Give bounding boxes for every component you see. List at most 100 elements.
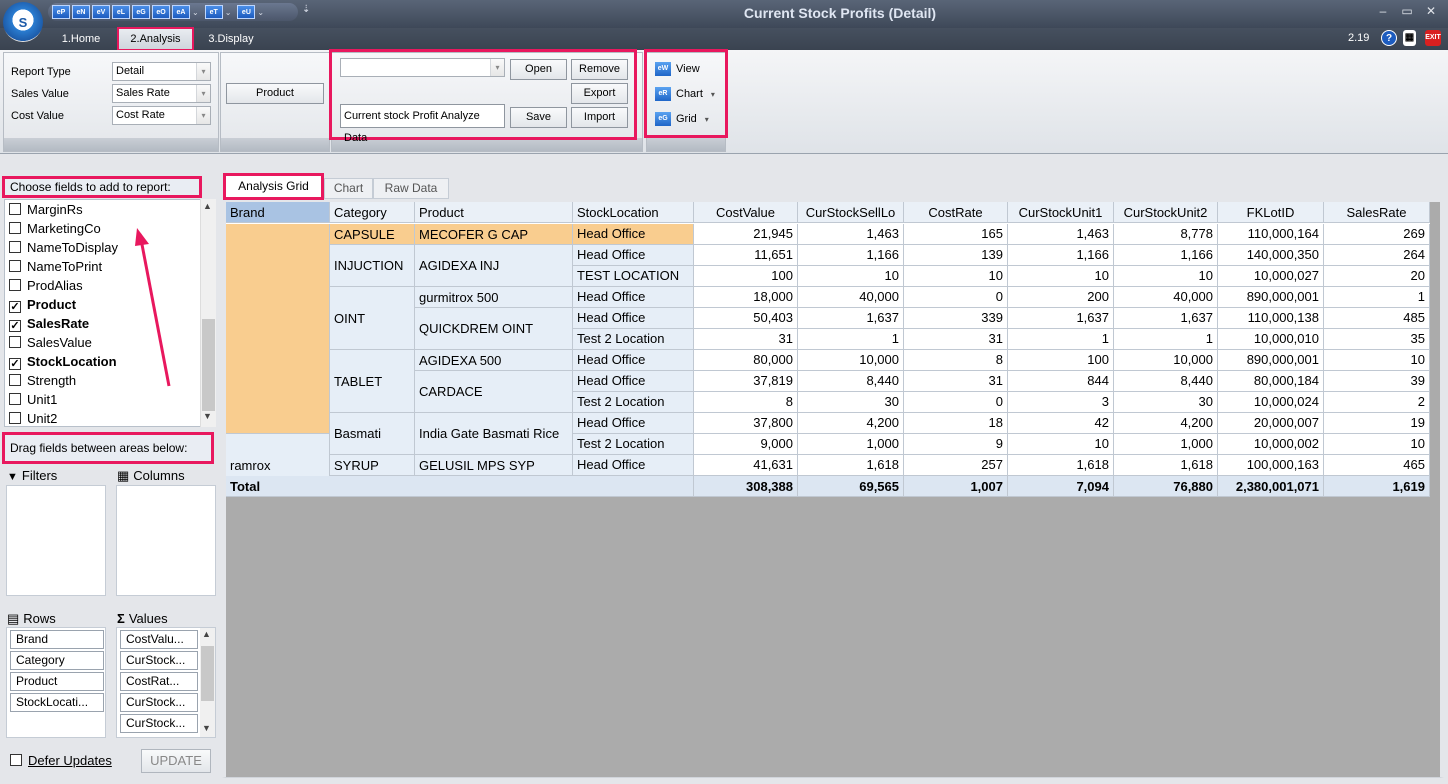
row-header-category[interactable]: Basmati	[330, 413, 415, 455]
checkbox-icon[interactable]	[9, 203, 21, 215]
data-cell[interactable]: 40,000	[798, 287, 904, 308]
data-cell[interactable]: 1	[1008, 329, 1114, 350]
data-cell[interactable]: 37,819	[694, 371, 798, 392]
rows-area[interactable]: Brand Category Product StockLocati...	[6, 627, 106, 738]
data-cell[interactable]: 10	[798, 266, 904, 287]
data-cell[interactable]: 11,651	[694, 245, 798, 266]
field-item-prodalias[interactable]: ProdAlias	[9, 276, 83, 295]
data-cell[interactable]: 1,166	[1114, 245, 1218, 266]
columns-area[interactable]	[116, 485, 216, 596]
tab-display[interactable]: 3.Display	[200, 31, 262, 50]
data-cell[interactable]: 8,440	[798, 371, 904, 392]
grid-button[interactable]: eG Grid ▾	[655, 112, 709, 126]
app-logo[interactable]: S	[3, 2, 43, 42]
close-icon[interactable]: ✕	[1420, 4, 1442, 18]
column-header-product[interactable]: Product	[415, 202, 573, 223]
data-cell[interactable]: 1,618	[1008, 455, 1114, 476]
column-header-curstockselllo[interactable]: CurStockSellLo	[798, 202, 904, 223]
data-cell[interactable]: 1,463	[798, 224, 904, 245]
data-cell[interactable]: 10	[1008, 434, 1114, 455]
data-cell[interactable]: 10	[1324, 434, 1430, 455]
row-header-location[interactable]: Head Office	[573, 371, 694, 392]
checkbox-icon[interactable]	[9, 260, 21, 272]
product-button[interactable]: Product	[226, 83, 324, 104]
data-cell[interactable]: 100,000,163	[1218, 455, 1324, 476]
data-cell[interactable]: 844	[1008, 371, 1114, 392]
data-cell[interactable]: 18	[904, 413, 1008, 434]
data-cell[interactable]: 10	[904, 266, 1008, 287]
checkbox-icon[interactable]	[9, 393, 21, 405]
field-item-unit1[interactable]: Unit1	[9, 390, 57, 409]
tab-analysis[interactable]: 2.Analysis	[117, 27, 194, 51]
data-cell[interactable]: 269	[1324, 224, 1430, 245]
data-cell[interactable]: 1,618	[1114, 455, 1218, 476]
checkbox-icon[interactable]	[9, 279, 21, 291]
data-cell[interactable]: 30	[798, 392, 904, 413]
column-header-salesrate[interactable]: SalesRate	[1324, 202, 1430, 223]
field-item-marketingco[interactable]: MarketingCo	[9, 219, 101, 238]
filters-area[interactable]	[6, 485, 106, 596]
row-field-chip[interactable]: Brand	[10, 630, 104, 649]
column-header-costvalue[interactable]: CostValue	[694, 202, 798, 223]
checkbox-checked-icon[interactable]: ✓	[9, 301, 21, 313]
data-cell[interactable]: 100	[694, 266, 798, 287]
field-item-salesrate[interactable]: ✓ SalesRate	[9, 314, 89, 333]
value-field-chip[interactable]: CostValu...	[120, 630, 198, 649]
row-header-product[interactable]: India Gate Basmati Rice	[415, 413, 573, 455]
row-field-chip[interactable]: Product	[10, 672, 104, 691]
field-item-salesvalue[interactable]: SalesValue	[9, 333, 92, 352]
field-item-nametoprint[interactable]: NameToPrint	[9, 257, 102, 276]
value-field-chip[interactable]: CurStock...	[120, 714, 198, 733]
row-header-product[interactable]: AGIDEXA 500	[415, 350, 573, 371]
data-cell[interactable]: 4,200	[1114, 413, 1218, 434]
data-cell[interactable]: 2	[1324, 392, 1430, 413]
data-cell[interactable]: 100	[1008, 350, 1114, 371]
field-list-scrollbar[interactable]: ▲ ▼	[200, 199, 216, 427]
data-cell[interactable]: 1	[1114, 329, 1218, 350]
data-cell[interactable]: 140,000,350	[1218, 245, 1324, 266]
tab-analysis-grid[interactable]: Analysis Grid	[223, 173, 324, 200]
data-cell[interactable]: 110,000,164	[1218, 224, 1324, 245]
scroll-up-icon[interactable]: ▲	[203, 201, 212, 211]
data-cell[interactable]: 1,166	[1008, 245, 1114, 266]
data-cell[interactable]: 264	[1324, 245, 1430, 266]
row-header-product[interactable]: AGIDEXA INJ	[415, 245, 573, 287]
data-cell[interactable]: 18,000	[694, 287, 798, 308]
sales-value-select[interactable]: Sales Rate ▾	[112, 84, 211, 103]
row-header-product[interactable]: MECOFER G CAP	[415, 224, 573, 245]
row-header-product[interactable]: GELUSIL MPS SYP	[415, 455, 573, 476]
tab-home[interactable]: 1.Home	[52, 31, 110, 50]
scroll-thumb[interactable]	[201, 646, 214, 701]
tab-raw-data[interactable]: Raw Data	[373, 178, 449, 199]
checkbox-icon[interactable]	[9, 412, 21, 424]
data-cell[interactable]: 1,463	[1008, 224, 1114, 245]
data-cell[interactable]: 165	[904, 224, 1008, 245]
row-header-location[interactable]: Head Office	[573, 224, 694, 245]
value-field-chip[interactable]: CostRat...	[120, 672, 198, 691]
data-cell[interactable]: 37,800	[694, 413, 798, 434]
layout-select[interactable]: ▾	[340, 58, 505, 77]
maximize-icon[interactable]: ▭	[1396, 4, 1418, 18]
row-header-location[interactable]: TEST LOCATION	[573, 266, 694, 287]
data-cell[interactable]: 1,618	[798, 455, 904, 476]
data-cell[interactable]: 890,000,001	[1218, 287, 1324, 308]
row-header-location[interactable]: Head Office	[573, 245, 694, 266]
data-cell[interactable]: 339	[904, 308, 1008, 329]
data-cell[interactable]: 465	[1324, 455, 1430, 476]
column-header-curstockunit1[interactable]: CurStockUnit1	[1008, 202, 1114, 223]
tab-chart[interactable]: Chart	[324, 178, 373, 199]
import-button[interactable]: Import	[571, 107, 628, 128]
data-cell[interactable]: 31	[904, 371, 1008, 392]
data-cell[interactable]: 20,000,007	[1218, 413, 1324, 434]
export-button[interactable]: Export	[571, 83, 628, 104]
row-header-location[interactable]: Head Office	[573, 308, 694, 329]
data-cell[interactable]: 10,000	[1114, 350, 1218, 371]
data-cell[interactable]: 40,000	[1114, 287, 1218, 308]
column-header-costrate[interactable]: CostRate	[904, 202, 1008, 223]
row-header-location[interactable]: Test 2 Location	[573, 392, 694, 413]
row-header-category[interactable]: OINT	[330, 287, 415, 350]
data-cell[interactable]: 50,403	[694, 308, 798, 329]
data-cell[interactable]: 8	[694, 392, 798, 413]
value-field-chip[interactable]: CurStock...	[120, 651, 198, 670]
row-header-category[interactable]: INJUCTION	[330, 245, 415, 287]
